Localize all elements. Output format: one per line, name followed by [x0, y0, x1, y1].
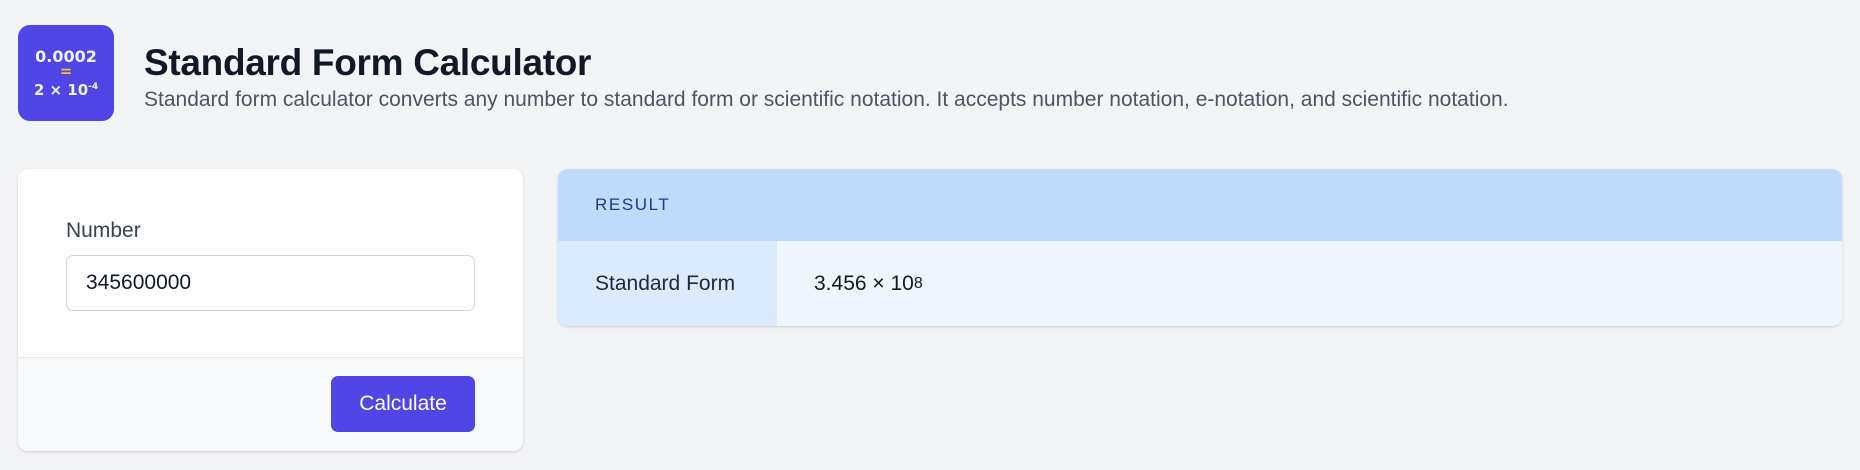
result-card: RESULT Standard Form 3.456 × 10 8	[558, 169, 1842, 326]
number-label: Number	[66, 219, 141, 242]
logo-line-3: 2 × 10-4	[34, 78, 98, 99]
result-value: 3.456 × 10 8	[777, 241, 1842, 326]
header-titles: Standard Form Calculator Standard form c…	[144, 25, 1509, 112]
result-value-exponent: 8	[913, 274, 923, 292]
input-card: Number Calculate	[18, 169, 523, 451]
page-subtitle: Standard form calculator converts any nu…	[144, 88, 1509, 111]
number-input[interactable]	[66, 255, 475, 311]
result-row-label: Standard Form	[558, 241, 777, 326]
page-header: 0.0002 = 2 × 10-4 Standard Form Calculat…	[18, 25, 1509, 121]
result-value-base: 3.456 × 10	[814, 271, 914, 295]
input-card-footer: Calculate	[18, 357, 523, 451]
calculate-button[interactable]: Calculate	[331, 376, 475, 432]
number-field-group: Number	[66, 219, 475, 311]
logo-line-3-base: 2 × 10	[33, 80, 89, 99]
calculator-logo: 0.0002 = 2 × 10-4	[18, 25, 114, 121]
result-row: Standard Form 3.456 × 10 8	[558, 241, 1842, 326]
logo-line-3-exponent: -4	[88, 81, 99, 92]
page-title: Standard Form Calculator	[144, 42, 592, 83]
logo-line-2: =	[59, 61, 73, 80]
result-heading: RESULT	[558, 169, 1842, 241]
